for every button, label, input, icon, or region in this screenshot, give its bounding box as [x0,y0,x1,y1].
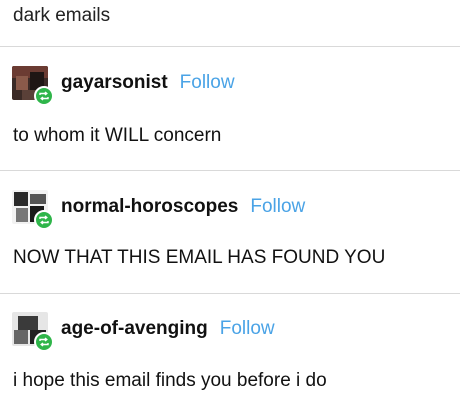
follow-button[interactable]: Follow [250,196,305,217]
username-text[interactable]: gayarsonist [61,72,168,93]
post-body: i hope this email finds you before i do [13,370,327,391]
follow-button[interactable]: Follow [220,318,275,339]
divider [0,46,460,47]
username[interactable]: age-of-avenging Follow [61,318,275,340]
intro-text: dark emails [13,5,111,26]
reblog-icon [34,210,54,230]
post-header: normal-horoscopes Follow [12,190,452,230]
divider [0,170,460,171]
post-body: to whom it WILL concern [13,125,222,146]
reblog-icon [34,86,54,106]
post-body: NOW THAT THIS EMAIL HAS FOUND YOU [13,247,386,268]
post-header: gayarsonist Follow [12,66,452,106]
username-text[interactable]: age-of-avenging [61,318,208,339]
post-header: age-of-avenging Follow [12,312,452,352]
reblog-icon [34,332,54,352]
username[interactable]: normal-horoscopes Follow [61,196,305,218]
post-normal-horoscopes: normal-horoscopes Follow NOW THAT THIS EM… [0,190,460,300]
username-text[interactable]: normal-horoscopes [61,196,238,217]
post-age-of-avenging: age-of-avenging Follow i hope this email … [0,312,460,412]
post-gayarsonist: gayarsonist Follow to whom it WILL concer… [0,66,460,176]
divider [0,293,460,294]
username[interactable]: gayarsonist Follow [61,72,235,94]
follow-button[interactable]: Follow [180,72,235,93]
tumblr-screenshot: dark emails gayarsonist Follow to whom i… [0,0,460,413]
